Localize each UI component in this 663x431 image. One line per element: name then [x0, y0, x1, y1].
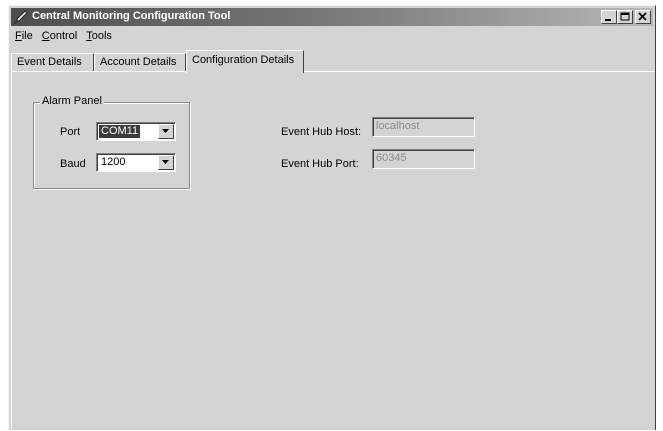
chevron-down-icon	[162, 129, 169, 133]
event-hub-port-field[interactable]: 60345	[372, 149, 475, 169]
menu-file-label: ile	[21, 30, 33, 42]
event-hub-host-field[interactable]: localhost	[372, 117, 475, 137]
tab-event-details[interactable]: Event Details	[11, 53, 94, 71]
menu-file[interactable]: File	[11, 28, 38, 46]
port-value: COM11	[99, 125, 141, 138]
title-bar[interactable]: Central Monitoring Configuration Tool	[11, 8, 653, 26]
caption-buttons	[601, 10, 651, 24]
alarm-panel-group	[33, 102, 190, 189]
menu-control[interactable]: Control	[38, 28, 82, 46]
menu-file-accel: F	[15, 30, 22, 42]
menu-tools-label: ools	[91, 30, 112, 42]
port-dropdown-button[interactable]	[158, 124, 174, 139]
tab-account-details[interactable]: Account Details	[94, 53, 186, 71]
tab-configuration-details[interactable]: Configuration Details	[186, 50, 304, 73]
tab-event-details-label: Event Details	[17, 56, 82, 68]
menu-control-accel: C	[41, 30, 50, 42]
menu-control-label: ontrol	[49, 30, 78, 42]
maximize-button[interactable]	[617, 10, 633, 24]
port-combobox[interactable]: COM11	[96, 122, 176, 141]
alarm-panel-legend: Alarm Panel	[40, 95, 104, 107]
port-label: Port	[60, 126, 81, 138]
menu-tools[interactable]: Tools	[82, 28, 117, 46]
app-pen-icon	[13, 9, 29, 25]
event-hub-port-label: Event Hub Port:	[281, 158, 359, 170]
tab-account-details-label: Account Details	[100, 56, 177, 68]
minimize-button[interactable]	[601, 10, 617, 24]
window-title: Central Monitoring Configuration Tool	[32, 10, 231, 22]
baud-label: Baud	[60, 158, 86, 170]
baud-dropdown-button[interactable]	[158, 155, 174, 170]
baud-combobox[interactable]: 1200	[96, 153, 176, 172]
close-button[interactable]	[635, 10, 651, 24]
event-hub-host-label: Event Hub Host:	[281, 126, 362, 138]
tab-configuration-details-label: Configuration Details	[192, 54, 295, 66]
menu-bar: File Control Tools	[11, 28, 117, 46]
baud-value: 1200	[101, 156, 126, 168]
app-window: Central Monitoring Configuration Tool Fi…	[8, 5, 656, 430]
chevron-down-icon	[162, 160, 169, 164]
